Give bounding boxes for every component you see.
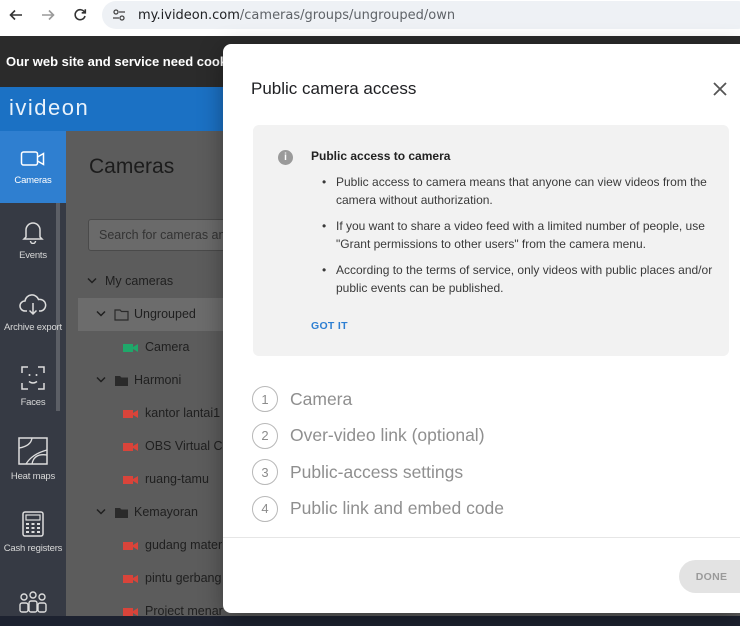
sidebar-item-heat-maps[interactable]: Heat maps [0, 423, 66, 495]
done-button[interactable]: DONE [679, 560, 740, 593]
dialog-title: Public camera access [251, 79, 417, 98]
public-access-dialog: Public camera access i Public access to … [223, 44, 740, 613]
arrow-left-icon [9, 9, 22, 21]
list-item: If you want to share a video feed with a… [311, 217, 721, 253]
bell-icon [22, 221, 44, 244]
info-title: Public access to camera [311, 149, 451, 163]
step-label: Public-access settings [290, 461, 464, 482]
reload-icon [74, 8, 87, 21]
info-list: Public access to camera means that anyon… [311, 173, 721, 305]
camera-offline-icon [123, 410, 138, 418]
close-icon[interactable] [711, 80, 729, 98]
step-label: Over-video link (optional) [290, 425, 485, 446]
camera-offline-icon [123, 542, 138, 550]
step-public-access-settings[interactable]: 3 Public-access settings [252, 454, 504, 491]
sidebar-item-label: Archive export [4, 321, 62, 333]
sidebar-item-label: Faces [20, 396, 46, 408]
sidebar-item-faces[interactable]: Faces [0, 350, 66, 422]
folder-open-icon [114, 309, 129, 321]
face-scan-icon [21, 365, 45, 390]
heatmap-icon [18, 436, 48, 465]
url-text: my.ivideon.com/cameras/groups/ungrouped/… [138, 7, 456, 23]
sidebar-item-label: Cash registers [3, 542, 63, 554]
os-taskbar [0, 616, 740, 626]
ivideon-logo[interactable]: ivideon [9, 95, 89, 121]
sidebar-item-cash-registers[interactable]: Cash registers [0, 496, 66, 568]
back-button[interactable] [0, 0, 32, 30]
dialog-divider [223, 537, 740, 538]
browser-toolbar: my.ivideon.com/cameras/groups/ungrouped/… [0, 0, 740, 30]
step-label: Camera [290, 388, 353, 409]
camera-offline-icon [123, 575, 138, 583]
camera-icon [20, 150, 45, 166]
camera-online-icon [123, 344, 138, 352]
camera-offline-icon [123, 476, 138, 484]
step-number: 1 [252, 386, 278, 413]
sidebar-item-label: Events [19, 249, 47, 261]
reload-button[interactable] [64, 0, 96, 30]
step-number: 4 [252, 495, 278, 522]
step-camera[interactable]: 1 Camera [252, 381, 504, 418]
step-label: Public link and embed code [290, 498, 505, 519]
camera-offline-icon [123, 443, 138, 451]
wizard-steps: 1 Camera 2 Over-video link (optional) 3 … [252, 381, 504, 527]
page-title: Cameras [89, 155, 175, 178]
list-item: According to the terms of service, only … [311, 261, 721, 297]
list-item: Public access to camera means that anyon… [311, 173, 721, 209]
chevron-down-icon[interactable] [87, 277, 97, 285]
step-over-video-link[interactable]: 2 Over-video link (optional) [252, 418, 504, 455]
sidebar: Cameras Events Archive export Faces Heat… [0, 131, 66, 626]
step-number: 3 [252, 459, 278, 486]
folder-icon [115, 376, 128, 386]
forward-button[interactable] [32, 0, 64, 30]
site-info-icon[interactable] [108, 4, 130, 26]
info-panel: i Public access to camera Public access … [253, 125, 729, 356]
got-it-button[interactable]: GOT IT [311, 320, 348, 332]
chevron-down-icon[interactable] [96, 310, 106, 318]
sidebar-item-label: Cameras [14, 174, 52, 186]
step-number: 2 [252, 422, 278, 449]
chevron-down-icon[interactable] [96, 376, 106, 384]
sidebar-item-cameras[interactable]: Cameras [0, 131, 66, 203]
people-icon [19, 591, 47, 613]
step-public-link-embed[interactable]: 4 Public link and embed code [252, 491, 504, 528]
arrow-right-icon [42, 9, 55, 21]
chevron-down-icon[interactable] [96, 508, 106, 516]
cash-register-icon [22, 510, 44, 537]
cloud-download-icon [19, 293, 47, 315]
info-icon: i [278, 150, 293, 165]
sidebar-item-archive-export[interactable]: Archive export [0, 277, 66, 349]
folder-icon [115, 508, 128, 518]
sidebar-item-events[interactable]: Events [0, 204, 66, 276]
sidebar-item-label: Heat maps [10, 470, 56, 482]
address-bar[interactable]: my.ivideon.com/cameras/groups/ungrouped/… [102, 1, 740, 29]
